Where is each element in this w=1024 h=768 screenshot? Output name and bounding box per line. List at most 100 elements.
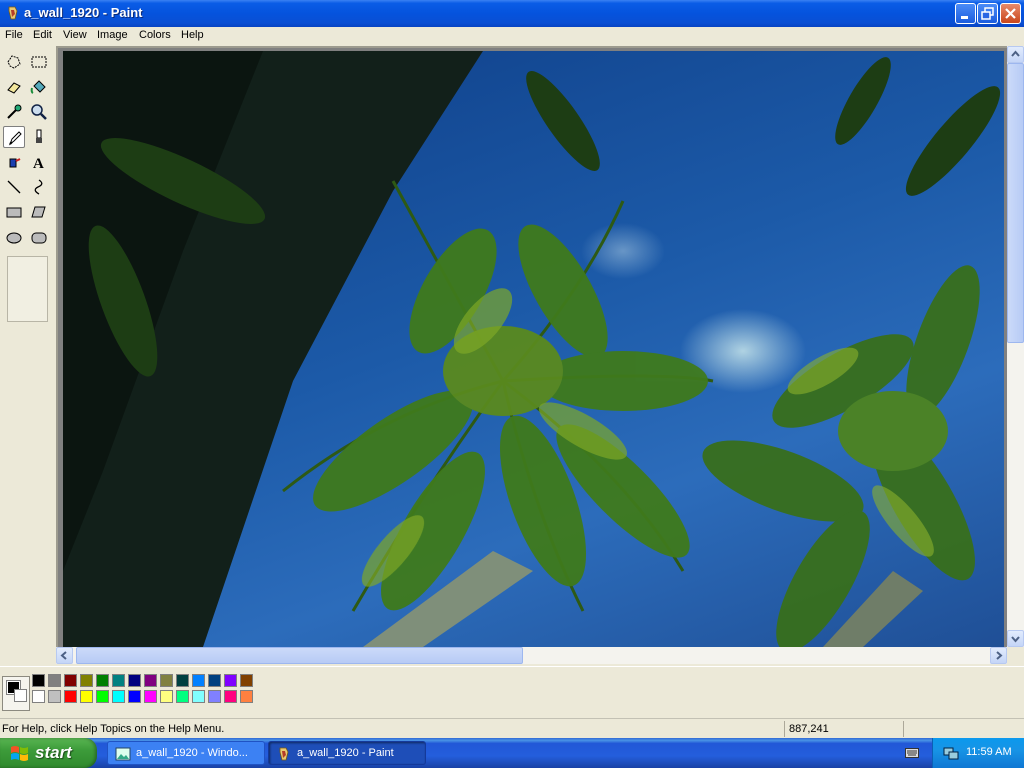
clock[interactable]: 11:59 AM (966, 746, 1012, 758)
scroll-down-button[interactable] (1007, 630, 1024, 647)
restore-icon (981, 7, 994, 20)
canvas-image[interactable] (63, 51, 1004, 647)
minimize-button[interactable] (955, 3, 976, 24)
scroll-right-button[interactable] (990, 647, 1007, 664)
magnifier-tool[interactable] (28, 101, 50, 123)
fill-with-color-tool[interactable] (28, 76, 50, 98)
paint-app-icon (8, 6, 18, 20)
menu-help[interactable]: Help (181, 29, 204, 41)
toolbox: A (0, 46, 56, 666)
curve-tool[interactable] (28, 176, 50, 198)
menu-image[interactable]: Image (97, 29, 128, 41)
free-form-select-tool[interactable] (3, 51, 25, 73)
close-button[interactable] (1000, 3, 1021, 24)
chevron-up-icon (1011, 50, 1020, 57)
palette-swatch[interactable] (96, 690, 109, 703)
taskbar-item-label: a_wall_1920 - Paint (297, 747, 394, 759)
palette-swatch[interactable] (160, 690, 173, 703)
menu-file[interactable]: File (5, 29, 23, 41)
palette-swatch[interactable] (240, 690, 253, 703)
palette-swatch[interactable] (240, 674, 253, 687)
rounded-rectangle-icon (31, 232, 47, 244)
palette-swatch[interactable] (192, 674, 205, 687)
line-icon (7, 180, 21, 194)
select-tool[interactable] (28, 51, 50, 73)
pick-color-tool[interactable] (3, 101, 25, 123)
taskbar-item-label: a_wall_1920 - Windo... (136, 747, 248, 759)
curve-icon (34, 179, 43, 195)
palette-swatch[interactable] (32, 690, 45, 703)
taskbar: start a_wall_1920 - Windo... a_wall_1920… (0, 738, 1024, 768)
text-tool[interactable]: A (28, 151, 50, 173)
palette-swatch[interactable] (208, 690, 221, 703)
palette-swatch[interactable] (80, 690, 93, 703)
horizontal-scroll-thumb[interactable] (76, 647, 523, 664)
eraser-tool[interactable] (3, 76, 25, 98)
picture-viewer-icon (115, 747, 131, 761)
chevron-down-icon (1011, 636, 1020, 643)
line-tool[interactable] (3, 176, 25, 198)
eraser-icon (7, 82, 21, 94)
palette-swatch[interactable] (224, 690, 237, 703)
airbrush-tool[interactable] (3, 151, 25, 173)
palette-swatch[interactable] (208, 674, 221, 687)
palette-swatch[interactable] (48, 674, 61, 687)
status-bar: For Help, click Help Topics on the Help … (0, 718, 1024, 739)
palette-swatch[interactable] (160, 674, 173, 687)
palette-swatch[interactable] (64, 674, 77, 687)
title-bar[interactable]: a_wall_1920 - Paint (0, 0, 1024, 27)
current-colors-indicator[interactable] (2, 676, 30, 711)
palette-swatch[interactable] (176, 674, 189, 687)
palette-swatch[interactable] (144, 674, 157, 687)
start-button[interactable]: start (0, 738, 97, 768)
taskbar-item-paint[interactable]: a_wall_1920 - Paint (268, 741, 426, 765)
network-icon[interactable] (943, 745, 959, 761)
palette-swatch[interactable] (96, 674, 109, 687)
palette-swatch[interactable] (128, 674, 141, 687)
scroll-up-button[interactable] (1007, 46, 1024, 63)
menu-view[interactable]: View (63, 29, 87, 41)
brush-tool[interactable] (28, 126, 50, 148)
status-help-text: For Help, click Help Topics on the Help … (2, 723, 225, 735)
horizontal-scrollbar[interactable] (56, 647, 1007, 664)
palette-swatch[interactable] (112, 690, 125, 703)
rounded-rectangle-tool[interactable] (28, 226, 50, 248)
menu-edit[interactable]: Edit (33, 29, 52, 41)
pencil-tool[interactable] (3, 126, 25, 148)
palette-swatch[interactable] (32, 674, 45, 687)
chevron-left-icon (60, 651, 67, 660)
palette-swatch[interactable] (80, 674, 93, 687)
rectangle-tool[interactable] (3, 201, 25, 223)
vertical-scrollbar[interactable] (1007, 46, 1024, 647)
polygon-tool[interactable] (28, 201, 50, 223)
palette-swatch[interactable] (224, 674, 237, 687)
menu-bar: File Edit View Image Colors Help (0, 27, 1024, 46)
status-divider (784, 721, 785, 737)
palette-swatch[interactable] (176, 690, 189, 703)
palette-swatch[interactable] (128, 690, 141, 703)
keyboard-icon[interactable] (905, 747, 919, 759)
palette-swatch[interactable] (48, 690, 61, 703)
color-box (0, 666, 1024, 715)
palette-swatch[interactable] (144, 690, 157, 703)
vertical-scroll-thumb[interactable] (1007, 63, 1024, 343)
taskbar-item-picture-viewer[interactable]: a_wall_1920 - Windo... (107, 741, 265, 765)
scroll-corner (1007, 647, 1024, 664)
system-tray: 11:59 AM (932, 738, 1024, 768)
magnifier-icon (31, 104, 47, 120)
palette-swatch[interactable] (112, 674, 125, 687)
paint-icon (279, 747, 289, 761)
scroll-left-button[interactable] (56, 647, 73, 664)
ellipse-tool[interactable] (3, 226, 25, 248)
window-title: a_wall_1920 - Paint (24, 5, 143, 20)
restore-button[interactable] (977, 3, 998, 24)
polygon-icon (31, 206, 46, 218)
palette-swatch[interactable] (64, 690, 77, 703)
eyedropper-icon (7, 104, 22, 119)
tool-options-box[interactable] (7, 256, 48, 322)
palm-tree-photo (63, 51, 1001, 647)
palette-swatch[interactable] (192, 690, 205, 703)
menu-colors[interactable]: Colors (139, 29, 171, 41)
paint-bucket-icon (30, 80, 46, 94)
status-divider (903, 721, 904, 737)
